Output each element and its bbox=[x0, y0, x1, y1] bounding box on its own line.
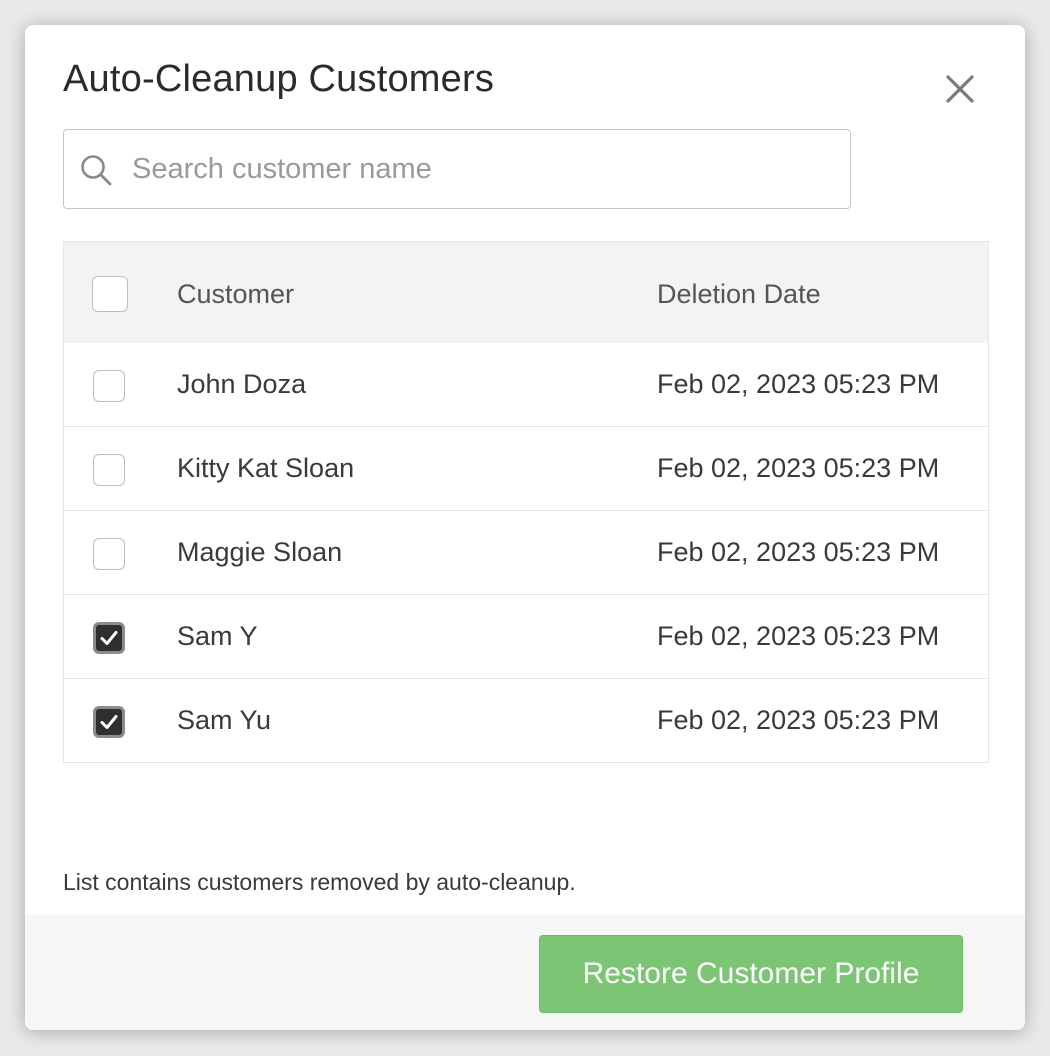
table-row[interactable]: John Doza Feb 02, 2023 05:23 PM bbox=[64, 343, 988, 426]
search-box bbox=[63, 129, 851, 209]
auto-cleanup-dialog: Auto-Cleanup Customers Customer Deletion… bbox=[25, 25, 1025, 1030]
deletion-date: Feb 02, 2023 05:23 PM bbox=[657, 705, 940, 735]
deletion-date: Feb 02, 2023 05:23 PM bbox=[657, 453, 940, 483]
row-checkbox[interactable] bbox=[93, 538, 125, 570]
customer-name: Kitty Kat Sloan bbox=[177, 453, 355, 483]
table-row[interactable]: Kitty Kat Sloan Feb 02, 2023 05:23 PM bbox=[64, 426, 988, 510]
table-row[interactable]: Maggie Sloan Feb 02, 2023 05:23 PM bbox=[64, 510, 988, 594]
table-row[interactable]: Sam Y Feb 02, 2023 05:23 PM bbox=[64, 594, 988, 678]
customer-table: Customer Deletion Date John Doza Feb 02, … bbox=[63, 241, 989, 763]
customer-name: Maggie Sloan bbox=[177, 537, 343, 567]
column-header-deletion-date: Deletion Date bbox=[657, 279, 821, 309]
row-checkbox[interactable] bbox=[93, 370, 125, 402]
close-icon bbox=[946, 75, 974, 103]
deletion-date: Feb 02, 2023 05:23 PM bbox=[657, 537, 940, 567]
table-header: Customer Deletion Date bbox=[64, 242, 988, 343]
row-checkbox[interactable] bbox=[93, 454, 125, 486]
check-icon bbox=[100, 631, 118, 645]
deletion-date: Feb 02, 2023 05:23 PM bbox=[657, 621, 940, 651]
row-checkbox[interactable] bbox=[93, 706, 125, 738]
footnote-text: List contains customers removed by auto-… bbox=[63, 869, 576, 895]
column-header-customer: Customer bbox=[177, 279, 295, 309]
check-icon bbox=[100, 715, 118, 729]
customer-name: Sam Yu bbox=[177, 705, 272, 735]
search-icon bbox=[81, 155, 112, 186]
close-button[interactable] bbox=[938, 69, 982, 113]
row-checkbox[interactable] bbox=[93, 622, 125, 654]
table-body: John Doza Feb 02, 2023 05:23 PM Kitty Kat … bbox=[64, 343, 988, 762]
customer-name: Sam Y bbox=[177, 621, 258, 651]
dialog-title: Auto-Cleanup Customers bbox=[63, 58, 495, 100]
deletion-date: Feb 02, 2023 05:23 PM bbox=[657, 369, 940, 399]
select-all-checkbox[interactable] bbox=[92, 276, 128, 312]
table-row[interactable]: Sam Yu Feb 02, 2023 05:23 PM bbox=[64, 678, 988, 762]
restore-customer-profile-button[interactable]: Restore Customer Profile bbox=[539, 935, 963, 1013]
dialog-footer: Restore Customer Profile bbox=[25, 915, 1025, 1030]
search-input[interactable] bbox=[132, 130, 832, 208]
customer-name: John Doza bbox=[177, 369, 307, 399]
